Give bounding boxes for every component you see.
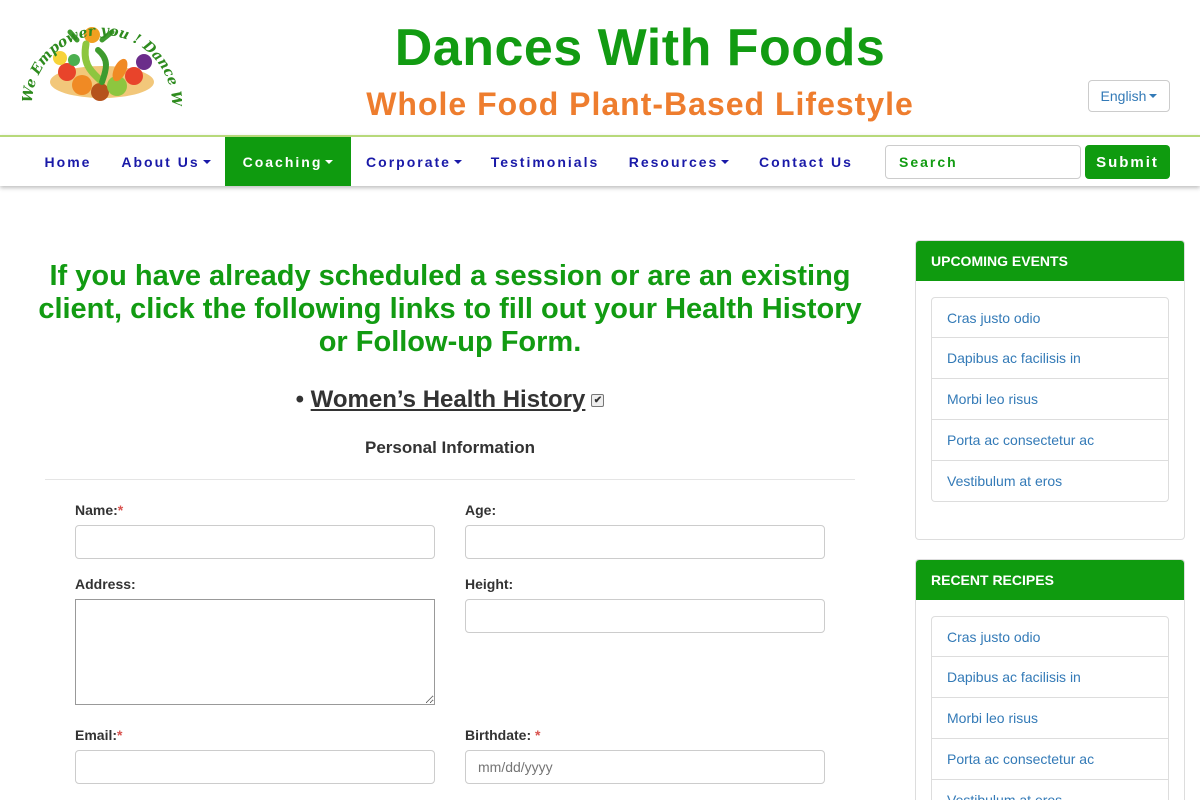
- nav-corporate-label: Corporate: [366, 153, 451, 170]
- chevron-down-icon: [1149, 94, 1158, 98]
- nav-resources-label: Resources: [628, 153, 719, 170]
- language-label: English: [1100, 88, 1147, 104]
- nav-contact-us-label: Contact Us: [759, 153, 853, 170]
- recent-recipes-panel: RECENT RECIPES Cras justo odio Dapibus a…: [915, 559, 1185, 800]
- upcoming-events-heading: UPCOMING EVENTS: [916, 241, 1184, 281]
- language-dropdown[interactable]: English: [1088, 80, 1170, 112]
- required-mark: *: [117, 502, 124, 518]
- list-item[interactable]: Cras justo odio: [931, 616, 1169, 657]
- required-mark: *: [117, 727, 123, 743]
- nav-about-us[interactable]: About Us: [108, 137, 224, 186]
- womens-health-history-link[interactable]: Women’s Health History: [311, 386, 586, 413]
- chevron-down-icon: [325, 159, 334, 164]
- nav-contact-us[interactable]: Contact Us: [745, 137, 867, 186]
- list-item[interactable]: Morbi leo risus: [931, 379, 1169, 420]
- site-header: We Empower you ! Dance With Foods Dances…: [0, 0, 1200, 135]
- main-navbar: Home About Us Coaching Corporate Testimo…: [0, 135, 1200, 186]
- recent-recipes-list: Cras justo odio Dapibus ac facilisis in …: [931, 616, 1169, 800]
- name-label-text: Name:: [75, 502, 118, 518]
- upcoming-events-list: Cras justo odio Dapibus ac facilisis in …: [931, 297, 1169, 502]
- search-submit-button[interactable]: Submit: [1085, 145, 1170, 179]
- chevron-down-icon: [721, 159, 730, 164]
- name-input[interactable]: [75, 525, 435, 559]
- list-item[interactable]: Porta ac consectetur ac: [931, 739, 1169, 780]
- address-textarea[interactable]: [75, 599, 435, 705]
- height-field-label: Height:: [465, 576, 514, 592]
- height-input[interactable]: [465, 599, 825, 633]
- form-link-row: • Women’s Health History ✔: [200, 386, 700, 414]
- page-heading: If you have already scheduled a session …: [38, 260, 862, 358]
- site-title: Dances With Foods: [394, 19, 886, 77]
- nav-coaching-label: Coaching: [242, 153, 323, 170]
- bullet: •: [295, 386, 304, 413]
- list-item[interactable]: Porta ac consectetur ac: [931, 420, 1169, 461]
- chevron-down-icon: [453, 159, 462, 164]
- birthdate-field-label: Birthdate: *: [465, 727, 540, 743]
- site-subtitle: Whole Food Plant-Based Lifestyle: [366, 86, 914, 122]
- list-item[interactable]: Dapibus ac facilisis in: [931, 657, 1169, 698]
- list-item[interactable]: Cras justo odio: [931, 297, 1169, 338]
- section-title: Personal Information: [364, 438, 536, 457]
- divider: [45, 479, 855, 480]
- age-input[interactable]: [465, 525, 825, 559]
- email-input[interactable]: [75, 750, 435, 784]
- required-mark: *: [535, 727, 541, 743]
- email-field-label: Email:*: [75, 727, 122, 743]
- email-label-text: Email:: [75, 727, 118, 743]
- birthdate-input[interactable]: [465, 750, 825, 784]
- upcoming-events-panel: UPCOMING EVENTS Cras justo odio Dapibus …: [915, 240, 1185, 540]
- chevron-down-icon: [202, 159, 211, 164]
- nav-about-us-label: About Us: [121, 153, 200, 170]
- birthdate-label-text: Birthdate:: [465, 727, 535, 743]
- list-item[interactable]: Dapibus ac facilisis in: [931, 338, 1169, 379]
- nav-testimonials-label: Testimonials: [490, 153, 600, 170]
- search-input[interactable]: [885, 145, 1081, 179]
- nav-coaching[interactable]: Coaching: [225, 137, 351, 186]
- address-field-label: Address:: [75, 576, 136, 592]
- age-field-label: Age:: [465, 502, 497, 518]
- nav-corporate[interactable]: Corporate: [352, 137, 476, 186]
- name-field-label: Name:*: [75, 502, 123, 518]
- list-item[interactable]: Vestibulum at eros: [931, 461, 1169, 502]
- site-logo[interactable]: We Empower you ! Dance With Foods: [22, 10, 182, 115]
- recent-recipes-heading: RECENT RECIPES: [916, 560, 1184, 600]
- checkbox-icon: ✔: [591, 394, 605, 408]
- nav-testimonials[interactable]: Testimonials: [478, 137, 612, 186]
- nav-resources[interactable]: Resources: [614, 137, 744, 186]
- list-item[interactable]: Morbi leo risus: [931, 698, 1169, 739]
- nav-home-label: Home: [44, 153, 92, 170]
- list-item[interactable]: Vestibulum at eros: [931, 780, 1169, 800]
- nav-home[interactable]: Home: [30, 137, 106, 186]
